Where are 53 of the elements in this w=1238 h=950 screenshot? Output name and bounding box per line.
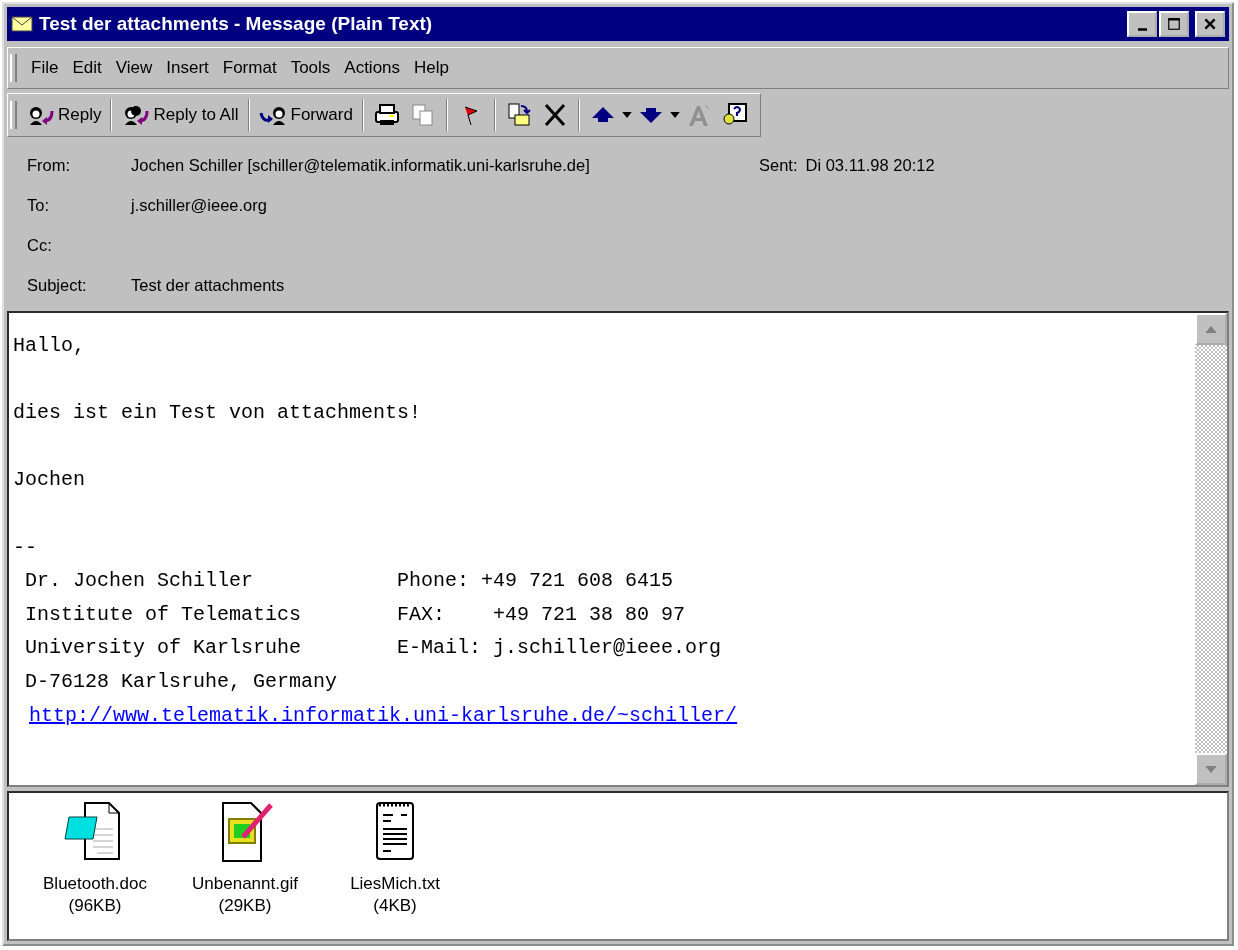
field-label: Cc:: [27, 235, 53, 255]
reply-button[interactable]: Reply: [23, 101, 105, 129]
menu-item[interactable]: View: [111, 56, 157, 80]
scroll-down-button[interactable]: [1195, 753, 1227, 785]
menu-item[interactable]: File: [27, 56, 63, 80]
menu-item[interactable]: Tools: [286, 56, 335, 80]
attachment-size: (29KB): [218, 895, 272, 917]
caret-icon: [621, 112, 632, 118]
field-label: From:: [27, 155, 72, 175]
body-text-line: dies ist ein Test von attachments!: [13, 401, 422, 425]
attachment-name: Bluetooth.doc: [43, 873, 147, 895]
menu-bar-handle[interactable]: [10, 54, 17, 82]
menu-item[interactable]: Format: [218, 56, 281, 80]
attachment-size: (96KB): [68, 895, 122, 917]
attachment-name: Unbenannt.gif: [192, 873, 298, 895]
window-title: Test der attachments - Message (Plain Text): [39, 13, 434, 35]
body-text-line: --: [13, 535, 37, 559]
minimize-icon: [1137, 27, 1147, 31]
menu-item[interactable]: Insert: [162, 56, 213, 80]
field-label: Subject:: [27, 275, 88, 295]
menu-item[interactable]: Help: [410, 56, 454, 80]
close-button[interactable]: [1195, 11, 1225, 37]
up-arrow-icon: [1205, 325, 1217, 333]
toolbar-handle[interactable]: [10, 101, 17, 129]
dropdown-button[interactable]: [621, 110, 632, 120]
sender-value: Jochen Schiller [schiller@telematik.informatik.uni-karlsruhe.de]: [131, 155, 591, 175]
field-label: Sent:: [759, 155, 798, 175]
scroll-up-button[interactable]: [1195, 313, 1227, 345]
sent-date: Di 03.11.98 20:12: [805, 155, 935, 175]
attachment-name: LiesMich.txt: [350, 873, 440, 895]
maximize-icon: [1167, 17, 1181, 31]
link[interactable]: http://www.telematik.informatik.uni-karlsruhe.de/~schiller/: [29, 703, 738, 727]
envelope-icon: [11, 16, 33, 32]
attachment-size: (4KB): [373, 895, 417, 917]
reply-all-button[interactable]: Reply to All: [118, 101, 242, 129]
down-arrow-icon: [1205, 765, 1217, 773]
recipient-value: j.schiller@ieee.org: [131, 195, 267, 215]
field-label: To:: [27, 195, 50, 215]
maximize-button[interactable]: [1159, 11, 1189, 37]
body-text-line: Jochen: [13, 468, 85, 492]
body-text-line: Hallo,: [13, 334, 85, 357]
minimize-button[interactable]: [1127, 11, 1157, 37]
menu-item[interactable]: Actions: [340, 56, 405, 80]
menu-item[interactable]: Edit: [68, 56, 106, 80]
body-text-line: University of Karlsruhe E-Mail: j.schiller@ieee.org: [24, 636, 722, 660]
body-text-line: Dr. Jochen Schiller Phone: +49 721 608 6415: [24, 569, 674, 593]
subject-value: Test der attachments: [131, 275, 285, 295]
body-text-line: D-76128 Karlsruhe, Germany: [24, 669, 338, 693]
caret-icon: [669, 112, 680, 118]
body-text-line: Institute of Telematics FAX: +49 721 38 80 97: [24, 602, 686, 626]
forward-button[interactable]: Forward: [255, 101, 356, 129]
close-icon: [1203, 17, 1217, 31]
dropdown-button[interactable]: [669, 110, 680, 120]
